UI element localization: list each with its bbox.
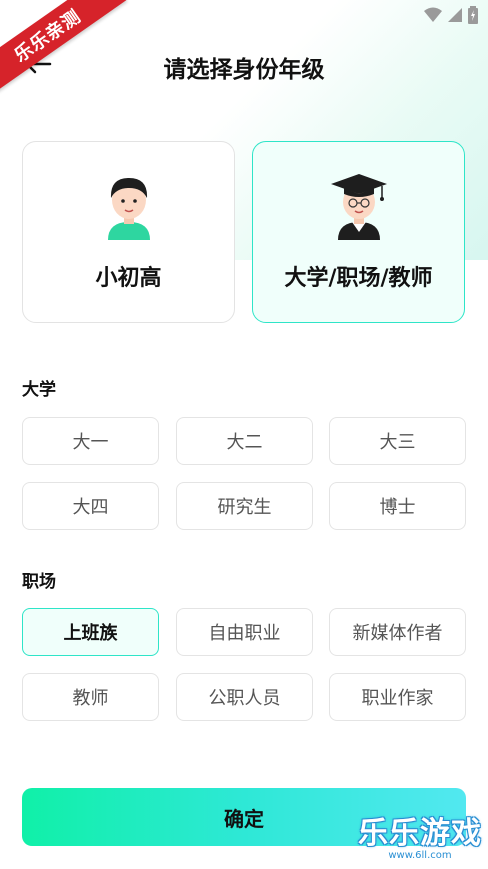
status-icons (424, 6, 478, 24)
section-title-workplace: 职场 (22, 572, 56, 592)
option-senior[interactable]: 大四 (22, 482, 159, 530)
watermark-main: 乐乐游戏 (358, 816, 482, 851)
option-civil-servant[interactable]: 公职人员 (176, 673, 313, 721)
signal-icon (448, 8, 462, 22)
option-freelancer[interactable]: 自由职业 (176, 608, 313, 656)
site-watermark: 乐乐游戏 www.6ll.com (358, 808, 482, 861)
wifi-icon (424, 7, 442, 22)
card-k12[interactable]: 小初高 (22, 141, 235, 323)
option-teacher[interactable]: 教师 (22, 673, 159, 721)
student-avatar-icon (107, 178, 150, 240)
option-new-media-author[interactable]: 新媒体作者 (329, 608, 466, 656)
option-professional-writer[interactable]: 职业作家 (329, 673, 466, 721)
card-university-label: 大学/职场/教师 (284, 266, 433, 291)
option-phd[interactable]: 博士 (329, 482, 466, 530)
option-office-worker[interactable]: 上班族 (22, 608, 159, 656)
identity-cards: 小初高 大学/职场/教师 (22, 141, 466, 323)
page-header: 请选择身份年级 (0, 40, 488, 88)
battery-icon (468, 6, 478, 24)
graduate-avatar-icon (330, 174, 387, 240)
page-title: 请选择身份年级 (163, 57, 325, 83)
card-university-work-teacher[interactable]: 大学/职场/教师 (252, 141, 465, 323)
option-sophomore[interactable]: 大二 (176, 417, 313, 465)
option-graduate[interactable]: 研究生 (176, 482, 313, 530)
option-freshman[interactable]: 大一 (22, 417, 159, 465)
section-title-university: 大学 (22, 380, 56, 400)
option-junior[interactable]: 大三 (329, 417, 466, 465)
card-k12-label: 小初高 (95, 266, 162, 291)
